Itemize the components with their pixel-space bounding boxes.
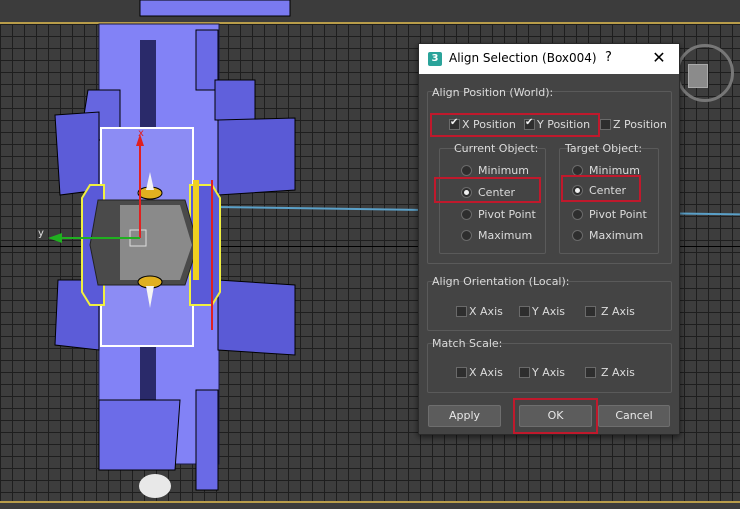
orient-z-label: Z Axis <box>601 305 635 318</box>
current-minimum-label: Minimum <box>478 164 529 177</box>
target-maximum-label: Maximum <box>589 229 644 242</box>
orient-x-checkbox[interactable] <box>456 306 467 317</box>
app-icon: 3 <box>428 52 442 66</box>
position-highlight <box>430 113 600 137</box>
dialog-title: Align Selection (Box004) <box>449 51 597 65</box>
align-position-label: Align Position (World): <box>432 86 554 99</box>
target-maximum-radio[interactable] <box>572 230 583 241</box>
model-wing-right-lower <box>217 279 296 356</box>
current-pivot-radio[interactable] <box>461 209 472 220</box>
current-object-label: Current Object: <box>454 142 539 155</box>
scale-y-label: Y Axis <box>532 366 566 379</box>
match-scale-label: Match Scale: <box>432 337 503 350</box>
model-bottom-block <box>98 399 181 471</box>
model-top-part <box>139 0 291 17</box>
current-maximum-label: Maximum <box>478 229 533 242</box>
z-position-checkbox[interactable] <box>600 119 611 130</box>
model-bottom-sphere <box>139 474 171 498</box>
apply-button[interactable]: Apply <box>428 405 501 427</box>
orient-z-checkbox[interactable] <box>585 306 596 317</box>
y-axis-label: y <box>38 228 44 239</box>
cone-highlight <box>120 205 192 280</box>
target-pivot-label: Pivot Point <box>589 208 647 221</box>
y-axis-arrow <box>48 233 62 243</box>
x-axis-label: x <box>138 128 144 139</box>
close-button[interactable]: ✕ <box>645 47 673 71</box>
scale-x-checkbox[interactable] <box>456 367 467 378</box>
current-maximum-radio[interactable] <box>461 230 472 241</box>
cancel-button[interactable]: Cancel <box>598 405 670 427</box>
current-pivot-label: Pivot Point <box>478 208 536 221</box>
orient-y-label: Y Axis <box>532 305 566 318</box>
align-selection-dialog: 3 Align Selection (Box004) ? ✕ Align Pos… <box>418 43 680 435</box>
model-wing-left-upper <box>54 111 100 196</box>
model-wing-right-bottom <box>195 389 219 491</box>
orient-y-checkbox[interactable] <box>519 306 530 317</box>
scale-z-label: Z Axis <box>601 366 635 379</box>
ok-highlight <box>513 398 598 434</box>
z-position-label: Z Position <box>613 118 667 131</box>
current-minimum-radio[interactable] <box>461 165 472 176</box>
help-button[interactable]: ? <box>605 50 612 65</box>
target-center-highlight <box>561 175 641 202</box>
current-center-highlight <box>434 177 541 203</box>
target-object-label: Target Object: <box>565 142 643 155</box>
orient-x-label: X Axis <box>469 305 503 318</box>
scale-y-checkbox[interactable] <box>519 367 530 378</box>
align-orientation-label: Align Orientation (Local): <box>432 275 570 288</box>
scale-x-label: X Axis <box>469 366 503 379</box>
model-wing-right-upper <box>217 117 296 196</box>
model-wing-right-mid <box>214 79 256 121</box>
viewcube[interactable] <box>688 64 708 88</box>
target-pivot-radio[interactable] <box>572 209 583 220</box>
yellow-bar <box>193 180 199 280</box>
viewport-bottom-band <box>0 501 740 509</box>
dialog-titlebar[interactable]: 3 Align Selection (Box004) ? ✕ <box>419 44 679 74</box>
scale-z-checkbox[interactable] <box>585 367 596 378</box>
